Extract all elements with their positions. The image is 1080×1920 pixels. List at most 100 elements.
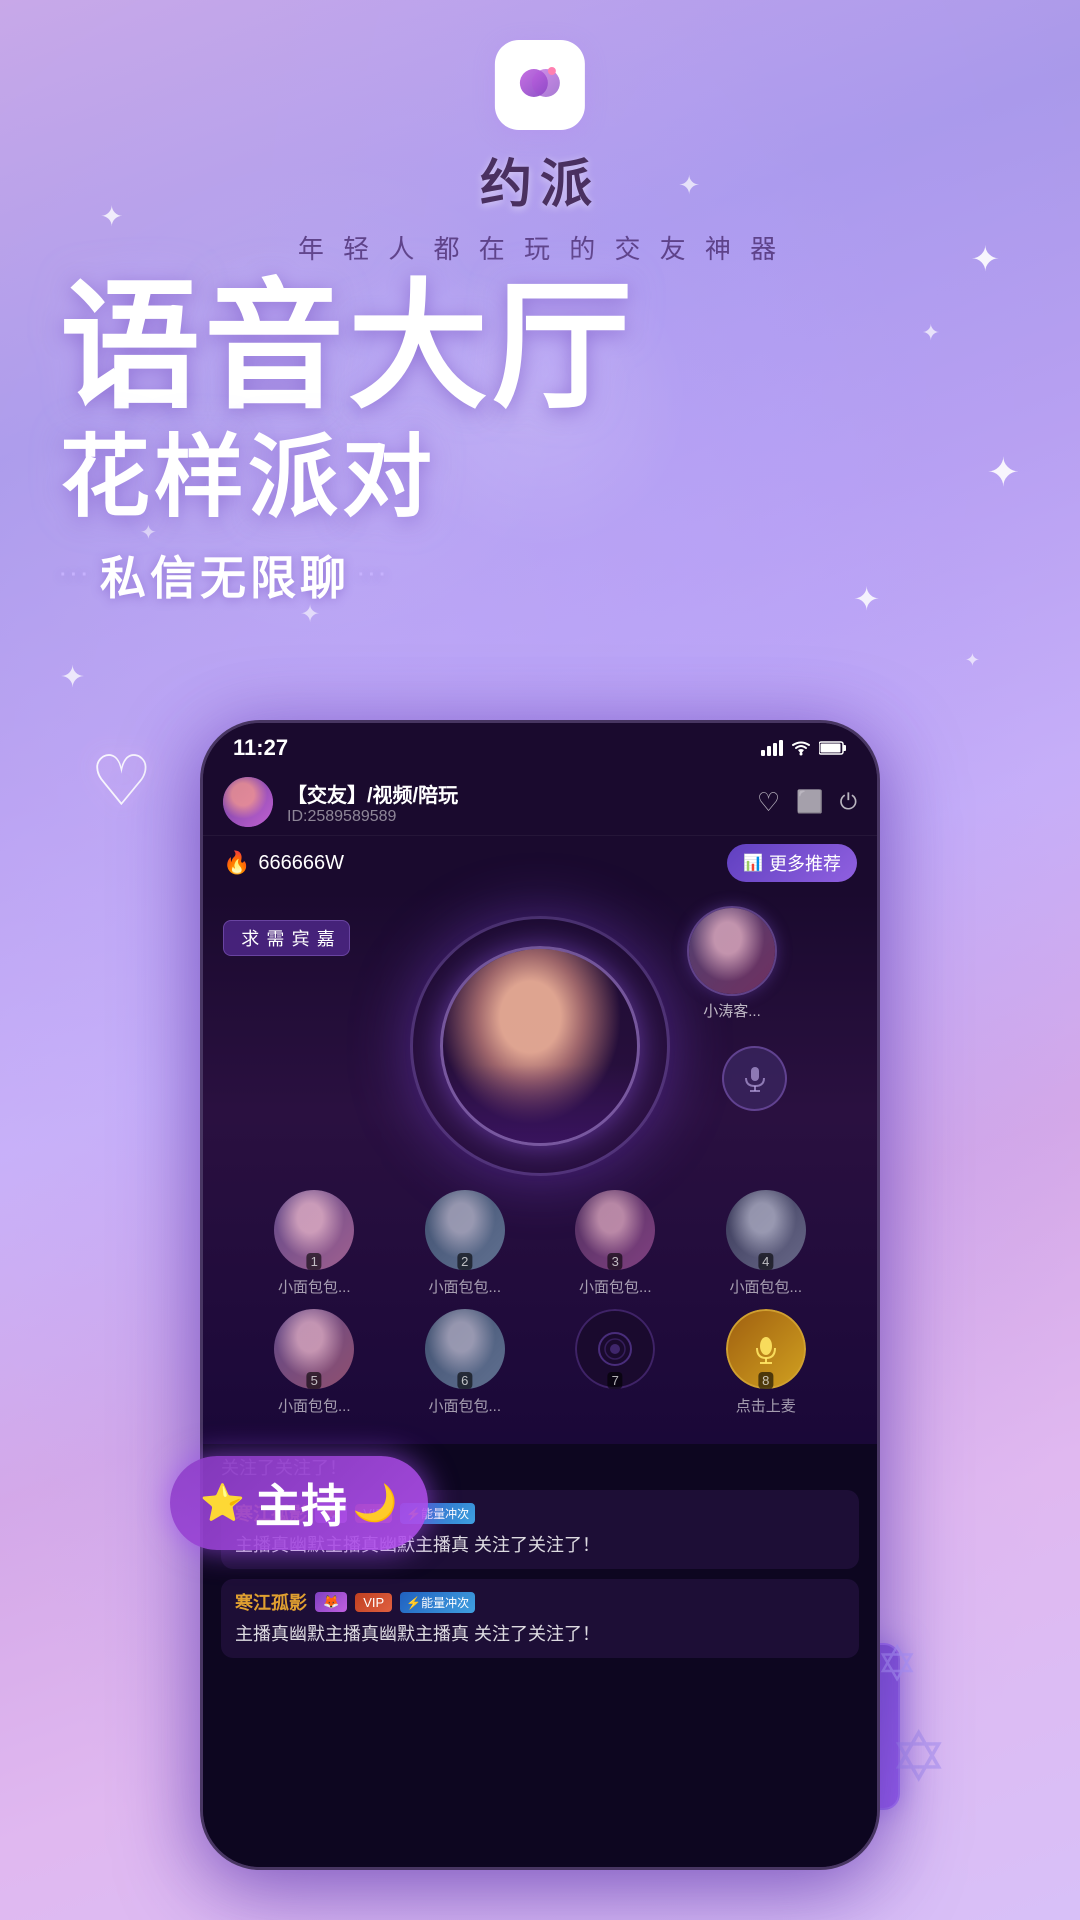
host-avatar [223, 777, 273, 827]
logo-svg [510, 55, 570, 115]
mic-num-8: 8 [758, 1372, 773, 1389]
star-deco-large: ✡ [889, 1716, 948, 1798]
recommend-label: 更多推荐 [769, 850, 841, 876]
recommend-button[interactable]: 📊 更多推荐 [727, 844, 857, 882]
chat-message-2: 寒江孤影 🦊 VIP ⚡能量冲次 主播真幽默主播真幽默主播真 关注了关注了！ [221, 1579, 859, 1658]
chat-badge-energy-2: ⚡能量冲次 [400, 1592, 475, 1613]
chat-badge-fox-2: 🦊 [315, 1592, 347, 1612]
mic-num-1: 1 [307, 1253, 322, 1270]
chart-icon: 📊 [743, 853, 763, 873]
mic-avatar-4: 4 [726, 1190, 806, 1270]
chat-username-2: 寒江孤影 [235, 1589, 307, 1615]
host-id: ID:2589589589 [287, 808, 757, 826]
side-user-name: 小涛客... [687, 1000, 777, 1021]
share-button[interactable]: ⬜ [796, 789, 823, 815]
fire-icon: 🔥 [223, 850, 250, 876]
stage-main-row: 小涛客... [223, 906, 857, 1176]
sparkle-7: ✦ [60, 660, 85, 695]
power-button[interactable]: ⏻ [840, 789, 857, 815]
chat-user-row-2: 寒江孤影 🦊 VIP ⚡能量冲次 [235, 1589, 845, 1615]
hero-section: 语音大厅 花样派对 ··· 私信无限聊 ··· [60, 270, 1020, 608]
mic-name-3: 小面包包... [549, 1276, 681, 1297]
mic-name-1: 小面包包... [248, 1276, 380, 1297]
vinyl-disc [410, 916, 670, 1176]
mic-avatar-5: 5 [274, 1309, 354, 1389]
mic-svg-icon [740, 1064, 770, 1094]
phone-frame: 11:27 [200, 720, 880, 1870]
battery-icon [819, 741, 847, 755]
host-badge-text: 主持 [255, 1470, 347, 1536]
mic-num-2: 2 [457, 1253, 472, 1270]
hero-private-text: 私信无限聊 [100, 542, 350, 608]
dots-right: ··· [358, 564, 390, 587]
mic-avatar-2: 2 [425, 1190, 505, 1270]
wifi-icon [791, 740, 811, 756]
signal-icon [761, 740, 783, 756]
main-host-circle [440, 946, 640, 1146]
mic-avatar-8: 8 [726, 1309, 806, 1389]
hero-title-line1: 语音大厅 [60, 270, 1020, 424]
mic-name-4: 小面包包... [700, 1276, 832, 1297]
chat-text-2: 主播真幽默主播真幽默主播真 关注了关注了！ [235, 1621, 845, 1648]
sparkle-3: ✦ [100, 200, 123, 233]
empty-slot-icon [595, 1329, 635, 1369]
mic-avatar-3: 3 [575, 1190, 655, 1270]
mic-row-2: 5 小面包包... 6 小面包包... [223, 1303, 857, 1428]
host-badge-overlay: ⭐ 主持 🌙 [170, 1456, 428, 1550]
fire-count-value: 666666W [258, 852, 344, 875]
phone-inner: 11:27 [203, 723, 877, 1867]
mic-name-8: 点击上麦 [700, 1395, 832, 1416]
heart-button[interactable]: ♡ [757, 787, 780, 818]
heart-decoration: ♡ [90, 740, 153, 822]
speaker-slot [722, 1046, 787, 1111]
fire-count-display: 🔥 666666W [223, 850, 344, 876]
mic-slot-7[interactable]: 7 [549, 1309, 681, 1416]
host-photo [443, 949, 637, 1143]
side-user-photo [689, 908, 775, 994]
mic-num-7: 7 [608, 1372, 623, 1389]
status-time: 11:27 [233, 735, 288, 761]
app-name: 约派 [480, 142, 600, 217]
stage-area: 嘉宾需求 [203, 890, 877, 1444]
mic-avatar-7: 7 [575, 1309, 655, 1389]
side-user-slot: 小涛客... [687, 906, 777, 1021]
header-actions: ♡ ⬜ ⏻ [757, 787, 857, 818]
host-badge: ⭐ 主持 🌙 [170, 1456, 428, 1550]
app-slogan: 年 轻 人 都 在 玩 的 交 友 神 器 [298, 229, 782, 266]
mic-num-3: 3 [608, 1253, 623, 1270]
side-user-avatar [687, 906, 777, 996]
mic-avatar-1: 1 [274, 1190, 354, 1270]
dots-left: ··· [60, 564, 92, 587]
status-icons [761, 740, 847, 756]
phone-mockup: ⭐ 主持 🌙 上麦 On wheat 了我的爱女 ✡ ✡ 11:27 [200, 720, 880, 1870]
host-title: 【交友】/视频/陪玩 [287, 779, 757, 808]
mic-avatar-6: 6 [425, 1309, 505, 1389]
mic-name-6: 小面包包... [399, 1395, 531, 1416]
speaker-icon-container [722, 1046, 787, 1111]
logo-area: 约派 年 轻 人 都 在 玩 的 交 友 神 器 [298, 40, 782, 266]
app-logo-icon [495, 40, 585, 130]
stats-bar: 🔥 666666W 📊 更多推荐 [203, 836, 877, 890]
mic-slot-2[interactable]: 2 小面包包... [399, 1190, 531, 1297]
mic-slot-8[interactable]: 8 点击上麦 [700, 1309, 832, 1416]
gold-mic-icon [747, 1330, 785, 1368]
mic-slot-1[interactable]: 1 小面包包... [248, 1190, 380, 1297]
mic-slot-3[interactable]: 3 小面包包... [549, 1190, 681, 1297]
hero-title-line2: 花样派对 [60, 424, 1020, 532]
host-info: 【交友】/视频/陪玩 ID:2589589589 [287, 779, 757, 826]
mic-slot-4[interactable]: 4 小面包包... [700, 1190, 832, 1297]
mic-row-1: 1 小面包包... 2 小面包包... [223, 1176, 857, 1303]
mic-slot-6[interactable]: 6 小面包包... [399, 1309, 531, 1416]
mic-num-6: 6 [457, 1372, 472, 1389]
mic-name-5: 小面包包... [248, 1395, 380, 1416]
mic-name-2: 小面包包... [399, 1276, 531, 1297]
hero-private-label: ··· 私信无限聊 ··· [60, 542, 1020, 608]
mic-num-4: 4 [758, 1253, 773, 1270]
chat-badge-vip-2: VIP [355, 1593, 392, 1612]
app-header: 【交友】/视频/陪玩 ID:2589589589 ♡ ⬜ ⏻ [203, 769, 877, 836]
sparkle-8: ✦ [965, 650, 980, 671]
status-bar: 11:27 [203, 723, 877, 769]
stage-center: 小涛客... [223, 916, 857, 1176]
star-deco-badge: ✡ [876, 1635, 918, 1693]
mic-slot-5[interactable]: 5 小面包包... [248, 1309, 380, 1416]
